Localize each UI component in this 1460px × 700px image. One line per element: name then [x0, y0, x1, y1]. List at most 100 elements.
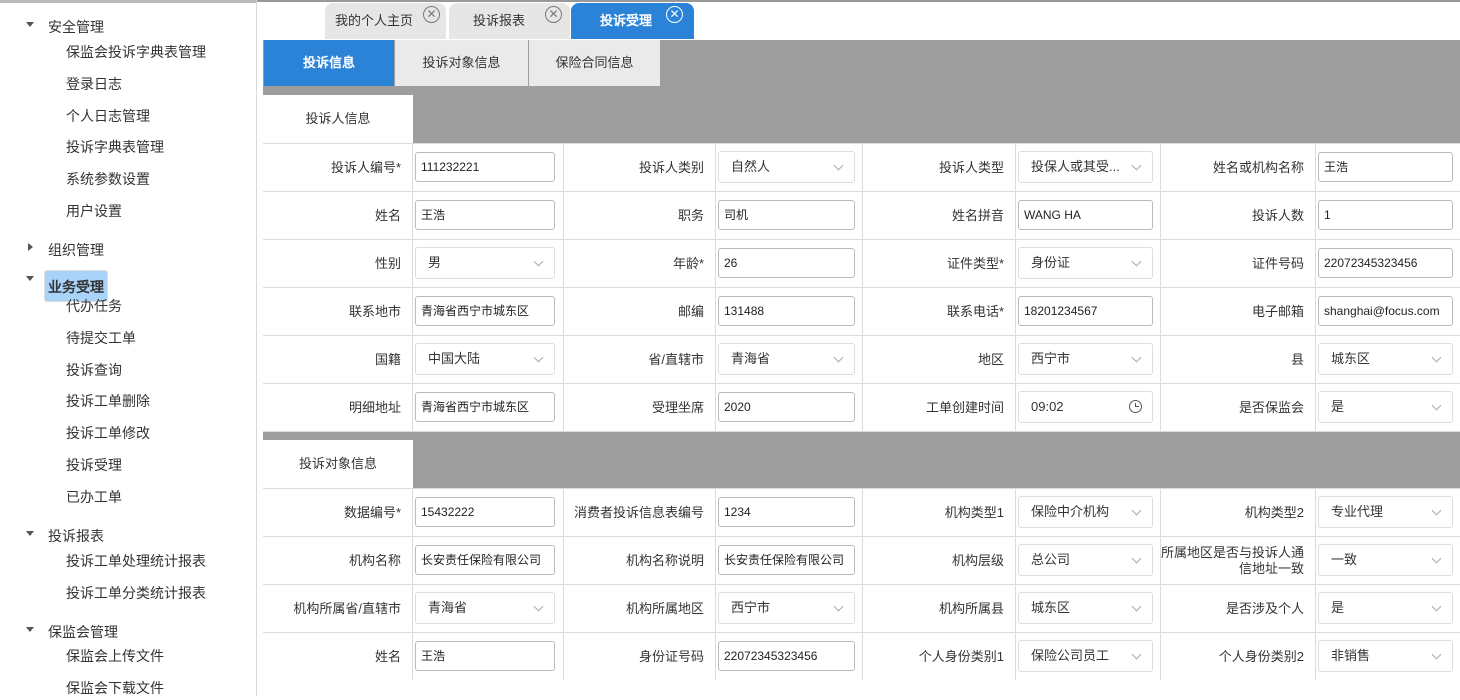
field-label: 个人身份类别1: [918, 648, 1004, 664]
select-field[interactable]: 身份证: [1018, 247, 1153, 279]
text-input[interactable]: 111232221: [415, 152, 555, 182]
field-value: 城东区: [1331, 351, 1371, 366]
cell-divider: [715, 537, 716, 584]
select-field[interactable]: 专业代理: [1318, 496, 1453, 528]
field-value: 一致: [1331, 552, 1358, 567]
select-field[interactable]: 西宁市: [718, 592, 855, 624]
sidebar-item[interactable]: 待提交工单: [66, 328, 136, 348]
cell-divider: [1015, 585, 1016, 632]
sidebar-group[interactable]: 保监会管理: [0, 619, 256, 641]
form-cell: 机构所属省/直辖市 青海省: [263, 585, 563, 632]
text-input[interactable]: 15432222: [415, 497, 555, 527]
tab-complaint-accept[interactable]: 投诉受理 ✕: [571, 3, 694, 39]
text-input[interactable]: 1: [1318, 200, 1453, 230]
sidebar-group-label[interactable]: 安全管理: [48, 17, 104, 37]
sidebar-group[interactable]: 组织管理: [0, 237, 256, 259]
time-picker[interactable]: 09:02: [1018, 391, 1153, 423]
sidebar-group[interactable]: 业务受理: [0, 268, 256, 302]
sidebar-item[interactable]: 投诉工单处理统计报表: [66, 551, 206, 571]
select-field[interactable]: 是: [1318, 391, 1453, 423]
sidebar-item[interactable]: 保监会上传文件: [66, 646, 164, 666]
text-input[interactable]: 王浩: [1318, 152, 1453, 182]
sidebar-item[interactable]: 投诉受理: [66, 455, 122, 475]
field-label: 性别: [374, 255, 401, 271]
form-cell: 投诉人类型 投保人或其受...: [862, 144, 1161, 191]
select-field[interactable]: 中国大陆: [415, 343, 555, 375]
form-cell: 是否保监会 是: [1160, 384, 1460, 431]
select-field[interactable]: 保险中介机构: [1018, 496, 1153, 528]
text-input[interactable]: 2020: [718, 392, 855, 422]
text-input[interactable]: 1234: [718, 497, 855, 527]
select-field[interactable]: 非销售: [1318, 640, 1453, 672]
select-field[interactable]: 男: [415, 247, 555, 279]
sidebar-item[interactable]: 系统参数设置: [66, 169, 150, 189]
text-input[interactable]: 长安责任保险有限公司: [718, 545, 855, 575]
sidebar-item[interactable]: 保监会投诉字典表管理: [66, 42, 206, 62]
sidebar-group[interactable]: 投诉报表: [0, 523, 256, 545]
cell-divider: [715, 384, 716, 431]
sidebar-item[interactable]: 已办工单: [66, 487, 122, 507]
select-field[interactable]: 是: [1318, 592, 1453, 624]
caret-down-icon[interactable]: [26, 276, 34, 281]
field-value: 中国大陆: [428, 351, 481, 366]
cell-divider: [1315, 585, 1316, 632]
sidebar-group[interactable]: 安全管理: [0, 14, 256, 36]
text-input[interactable]: 王浩: [415, 200, 555, 230]
cell-divider: [1315, 489, 1316, 536]
tab-report[interactable]: 投诉报表 ✕: [449, 3, 570, 39]
text-input[interactable]: 青海省西宁市城东区: [415, 296, 555, 326]
subtab-object-info[interactable]: 投诉对象信息: [395, 40, 528, 86]
sidebar-group-label[interactable]: 投诉报表: [48, 526, 104, 546]
cell-divider: [715, 336, 716, 383]
text-input[interactable]: 青海省西宁市城东区: [415, 392, 555, 422]
sidebar-item[interactable]: 投诉查询: [66, 360, 122, 380]
caret-down-icon[interactable]: [26, 22, 34, 27]
sidebar-item[interactable]: 投诉工单分类统计报表: [66, 583, 206, 603]
sidebar-item[interactable]: 投诉工单修改: [66, 423, 150, 443]
form-cell: 机构类型1 保险中介机构: [862, 489, 1161, 536]
select-field[interactable]: 投保人或其受...: [1018, 151, 1153, 183]
select-field[interactable]: 总公司: [1018, 544, 1153, 576]
sidebar-item[interactable]: 个人日志管理: [66, 106, 150, 126]
text-input[interactable]: 司机: [718, 200, 855, 230]
text-input[interactable]: 18201234567: [1018, 296, 1153, 326]
cell-divider: [1315, 537, 1316, 584]
caret-down-icon[interactable]: [26, 627, 34, 632]
text-input[interactable]: WANG HA: [1018, 200, 1153, 230]
select-field[interactable]: 城东区: [1018, 592, 1153, 624]
text-input[interactable]: 26: [718, 248, 855, 278]
field-value: 2020: [724, 400, 751, 414]
cell-divider: [412, 384, 413, 431]
caret-down-icon[interactable]: [26, 531, 34, 536]
sidebar-item[interactable]: 投诉工单删除: [66, 391, 150, 411]
select-field[interactable]: 一致: [1318, 544, 1453, 576]
close-icon[interactable]: ✕: [423, 6, 440, 23]
sidebar-group-label[interactable]: 组织管理: [48, 240, 104, 260]
caret-right-icon[interactable]: [28, 243, 33, 251]
subtab-contract-info[interactable]: 保险合同信息: [529, 40, 660, 86]
close-icon[interactable]: ✕: [545, 6, 562, 23]
select-field[interactable]: 保险公司员工: [1018, 640, 1153, 672]
select-field[interactable]: 自然人: [718, 151, 855, 183]
text-input[interactable]: 长安责任保险有限公司: [415, 545, 555, 575]
select-field[interactable]: 青海省: [718, 343, 855, 375]
select-field[interactable]: 青海省: [415, 592, 555, 624]
text-input[interactable]: 131488: [718, 296, 855, 326]
form-row: 国籍 中国大陆 省/直辖市 青海省 地区 西宁市 县 城东区: [263, 335, 1460, 383]
field-value: 王浩: [421, 208, 446, 222]
subtab-complaint-info[interactable]: 投诉信息: [264, 40, 394, 86]
tab-home[interactable]: 我的个人主页 ✕: [325, 3, 446, 39]
sidebar-item[interactable]: 用户设置: [66, 201, 122, 221]
close-icon[interactable]: ✕: [666, 6, 683, 23]
sidebar-item[interactable]: 代办任务: [66, 296, 122, 316]
sidebar-group-label[interactable]: 保监会管理: [48, 622, 118, 642]
sidebar-item[interactable]: 投诉字典表管理: [66, 137, 164, 157]
sidebar-item[interactable]: 保监会下载文件: [66, 678, 164, 696]
text-input[interactable]: shanghai@focus.com: [1318, 296, 1453, 326]
select-field[interactable]: 城东区: [1318, 343, 1453, 375]
text-input[interactable]: 王浩: [415, 641, 555, 671]
text-input[interactable]: 22072345323456: [718, 641, 855, 671]
text-input[interactable]: 22072345323456: [1318, 248, 1453, 278]
select-field[interactable]: 西宁市: [1018, 343, 1153, 375]
sidebar-item[interactable]: 登录日志: [66, 74, 122, 94]
